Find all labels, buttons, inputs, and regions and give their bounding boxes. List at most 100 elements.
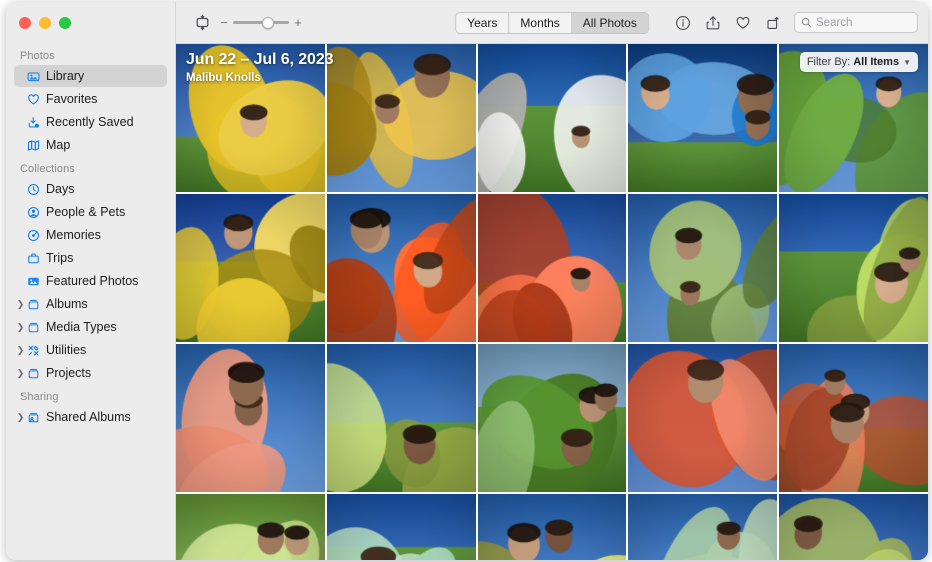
sidebar-item-map[interactable]: ❯Map [14, 134, 167, 156]
photo-thumbnail[interactable] [326, 194, 476, 342]
photo-image [176, 194, 325, 342]
zoom-in-label[interactable]: + [294, 16, 302, 29]
photo-thumbnail[interactable] [176, 494, 325, 560]
sidebar-item-label: Media Types [46, 320, 117, 334]
photo-image [628, 194, 778, 342]
sidebar-section-header: Collections [20, 163, 75, 175]
photo-image [628, 44, 778, 192]
sidebar-item-label: Map [46, 138, 71, 152]
zoom-slider[interactable]: − + [220, 16, 302, 29]
photo-thumbnail[interactable] [326, 344, 476, 492]
zoom-slider-track[interactable] [233, 16, 289, 29]
tab-all-photos[interactable]: All Photos [571, 12, 648, 33]
sidebar-item-favorites[interactable]: ❯Favorites [14, 88, 167, 110]
filter-value: All Items [853, 56, 900, 68]
chevron-right-icon[interactable]: ❯ [16, 345, 25, 355]
search-field[interactable] [794, 12, 918, 33]
heart-icon [27, 93, 40, 106]
sidebar-item-recently-saved[interactable]: ❯Recently Saved [14, 111, 167, 133]
chevron-right-icon[interactable]: ❯ [16, 368, 25, 378]
photo-thumbnail[interactable] [176, 344, 325, 492]
window-controls [6, 2, 175, 44]
library-icon [27, 70, 40, 83]
chevron-right-icon[interactable]: ❯ [16, 412, 25, 422]
featured-photos-icon [27, 275, 40, 288]
photo-thumbnail[interactable] [628, 194, 778, 342]
sidebar-section-header: Sharing [20, 391, 59, 403]
photo-image [628, 344, 778, 492]
photo-thumbnail[interactable] [779, 194, 928, 342]
photo-thumbnail[interactable] [779, 494, 928, 560]
photo-image [477, 494, 627, 560]
zoom-out-label[interactable]: − [220, 16, 228, 29]
photo-grid-container: Jun 22 – Jul 6, 2023 Malibu Knolls Filte… [176, 44, 928, 560]
photos-window: Photos❯Library❯Favorites❯Recently Saved❯… [6, 2, 928, 560]
photo-thumbnail[interactable] [628, 494, 778, 560]
suitcase-icon [27, 252, 40, 265]
photo-image [779, 344, 928, 492]
photo-thumbnail[interactable] [779, 344, 928, 492]
sidebar-item-people-pets[interactable]: ❯People & Pets [14, 201, 167, 223]
chevron-right-icon[interactable]: ❯ [16, 322, 25, 332]
display-mode-icon[interactable] [190, 12, 214, 34]
favorite-heart-icon[interactable] [732, 12, 754, 34]
album-icon [27, 367, 40, 380]
photo-thumbnail[interactable] [477, 194, 627, 342]
sidebar-list: ❯ Shared Albums [6, 406, 175, 428]
photo-thumbnail[interactable] [176, 44, 325, 192]
minimize-button[interactable] [39, 17, 51, 29]
zoom-button[interactable] [59, 17, 71, 29]
person-icon [27, 206, 40, 219]
photo-thumbnail[interactable] [628, 44, 778, 192]
sidebar-item-label: Library [46, 69, 85, 83]
shared-album-icon [27, 411, 40, 424]
info-icon[interactable] [672, 12, 694, 34]
photo-image [326, 344, 476, 492]
close-button[interactable] [19, 17, 31, 29]
photo-image [628, 494, 778, 560]
photo-thumbnail[interactable] [628, 344, 778, 492]
album-icon [27, 321, 40, 334]
photo-thumbnail[interactable] [326, 494, 476, 560]
rotate-icon[interactable] [762, 12, 784, 34]
sidebar-item-albums[interactable]: ❯ Albums [14, 293, 167, 315]
sidebar-item-shared-albums[interactable]: ❯ Shared Albums [14, 406, 167, 428]
utilities-icon [27, 344, 40, 357]
sidebar-item-trips[interactable]: ❯Trips [14, 247, 167, 269]
photo-thumbnail[interactable] [326, 44, 476, 192]
sidebar-item-days[interactable]: ❯Days [14, 178, 167, 200]
sidebar-item-media-types[interactable]: ❯ Media Types [14, 316, 167, 338]
view-segmented-control[interactable]: Years Months All Photos [455, 11, 649, 34]
sidebar-item-featured-photos[interactable]: ❯Featured Photos [14, 270, 167, 292]
photo-image [477, 344, 627, 492]
tab-years[interactable]: Years [456, 12, 510, 33]
photo-grid[interactable] [176, 44, 928, 560]
sidebar-item-label: Utilities [46, 343, 87, 357]
filter-by-button[interactable]: Filter By: All Items ▼ [799, 52, 918, 72]
clock-icon [27, 183, 40, 196]
filter-label: Filter By: [806, 56, 851, 68]
sidebar-list: ❯Days❯People & Pets❯Memories❯Trips❯Featu… [6, 178, 175, 384]
photo-image [326, 194, 476, 342]
photo-thumbnail[interactable] [477, 44, 627, 192]
zoom-slider-knob[interactable] [261, 16, 274, 29]
sidebar-section-header: Photos [20, 50, 55, 62]
memories-icon [27, 229, 40, 242]
chevron-right-icon[interactable]: ❯ [16, 299, 25, 309]
search-input[interactable] [816, 16, 911, 29]
sidebar-item-utilities[interactable]: ❯ Utilities [14, 339, 167, 361]
tab-months[interactable]: Months [509, 12, 572, 33]
photo-image [326, 494, 476, 560]
sidebar-item-memories[interactable]: ❯Memories [14, 224, 167, 246]
sidebar-item-library[interactable]: ❯Library [14, 65, 167, 87]
photo-thumbnail[interactable] [477, 344, 627, 492]
sidebar-item-label: Albums [46, 297, 88, 311]
toolbar: − + Years Months All Photos [176, 2, 928, 44]
photo-thumbnail[interactable] [176, 194, 325, 342]
share-icon[interactable] [702, 12, 724, 34]
photo-image [326, 44, 476, 192]
sidebar-item-label: Memories [46, 228, 101, 242]
photo-thumbnail[interactable] [477, 494, 627, 560]
sidebar-item-projects[interactable]: ❯ Projects [14, 362, 167, 384]
photo-image [779, 494, 928, 560]
